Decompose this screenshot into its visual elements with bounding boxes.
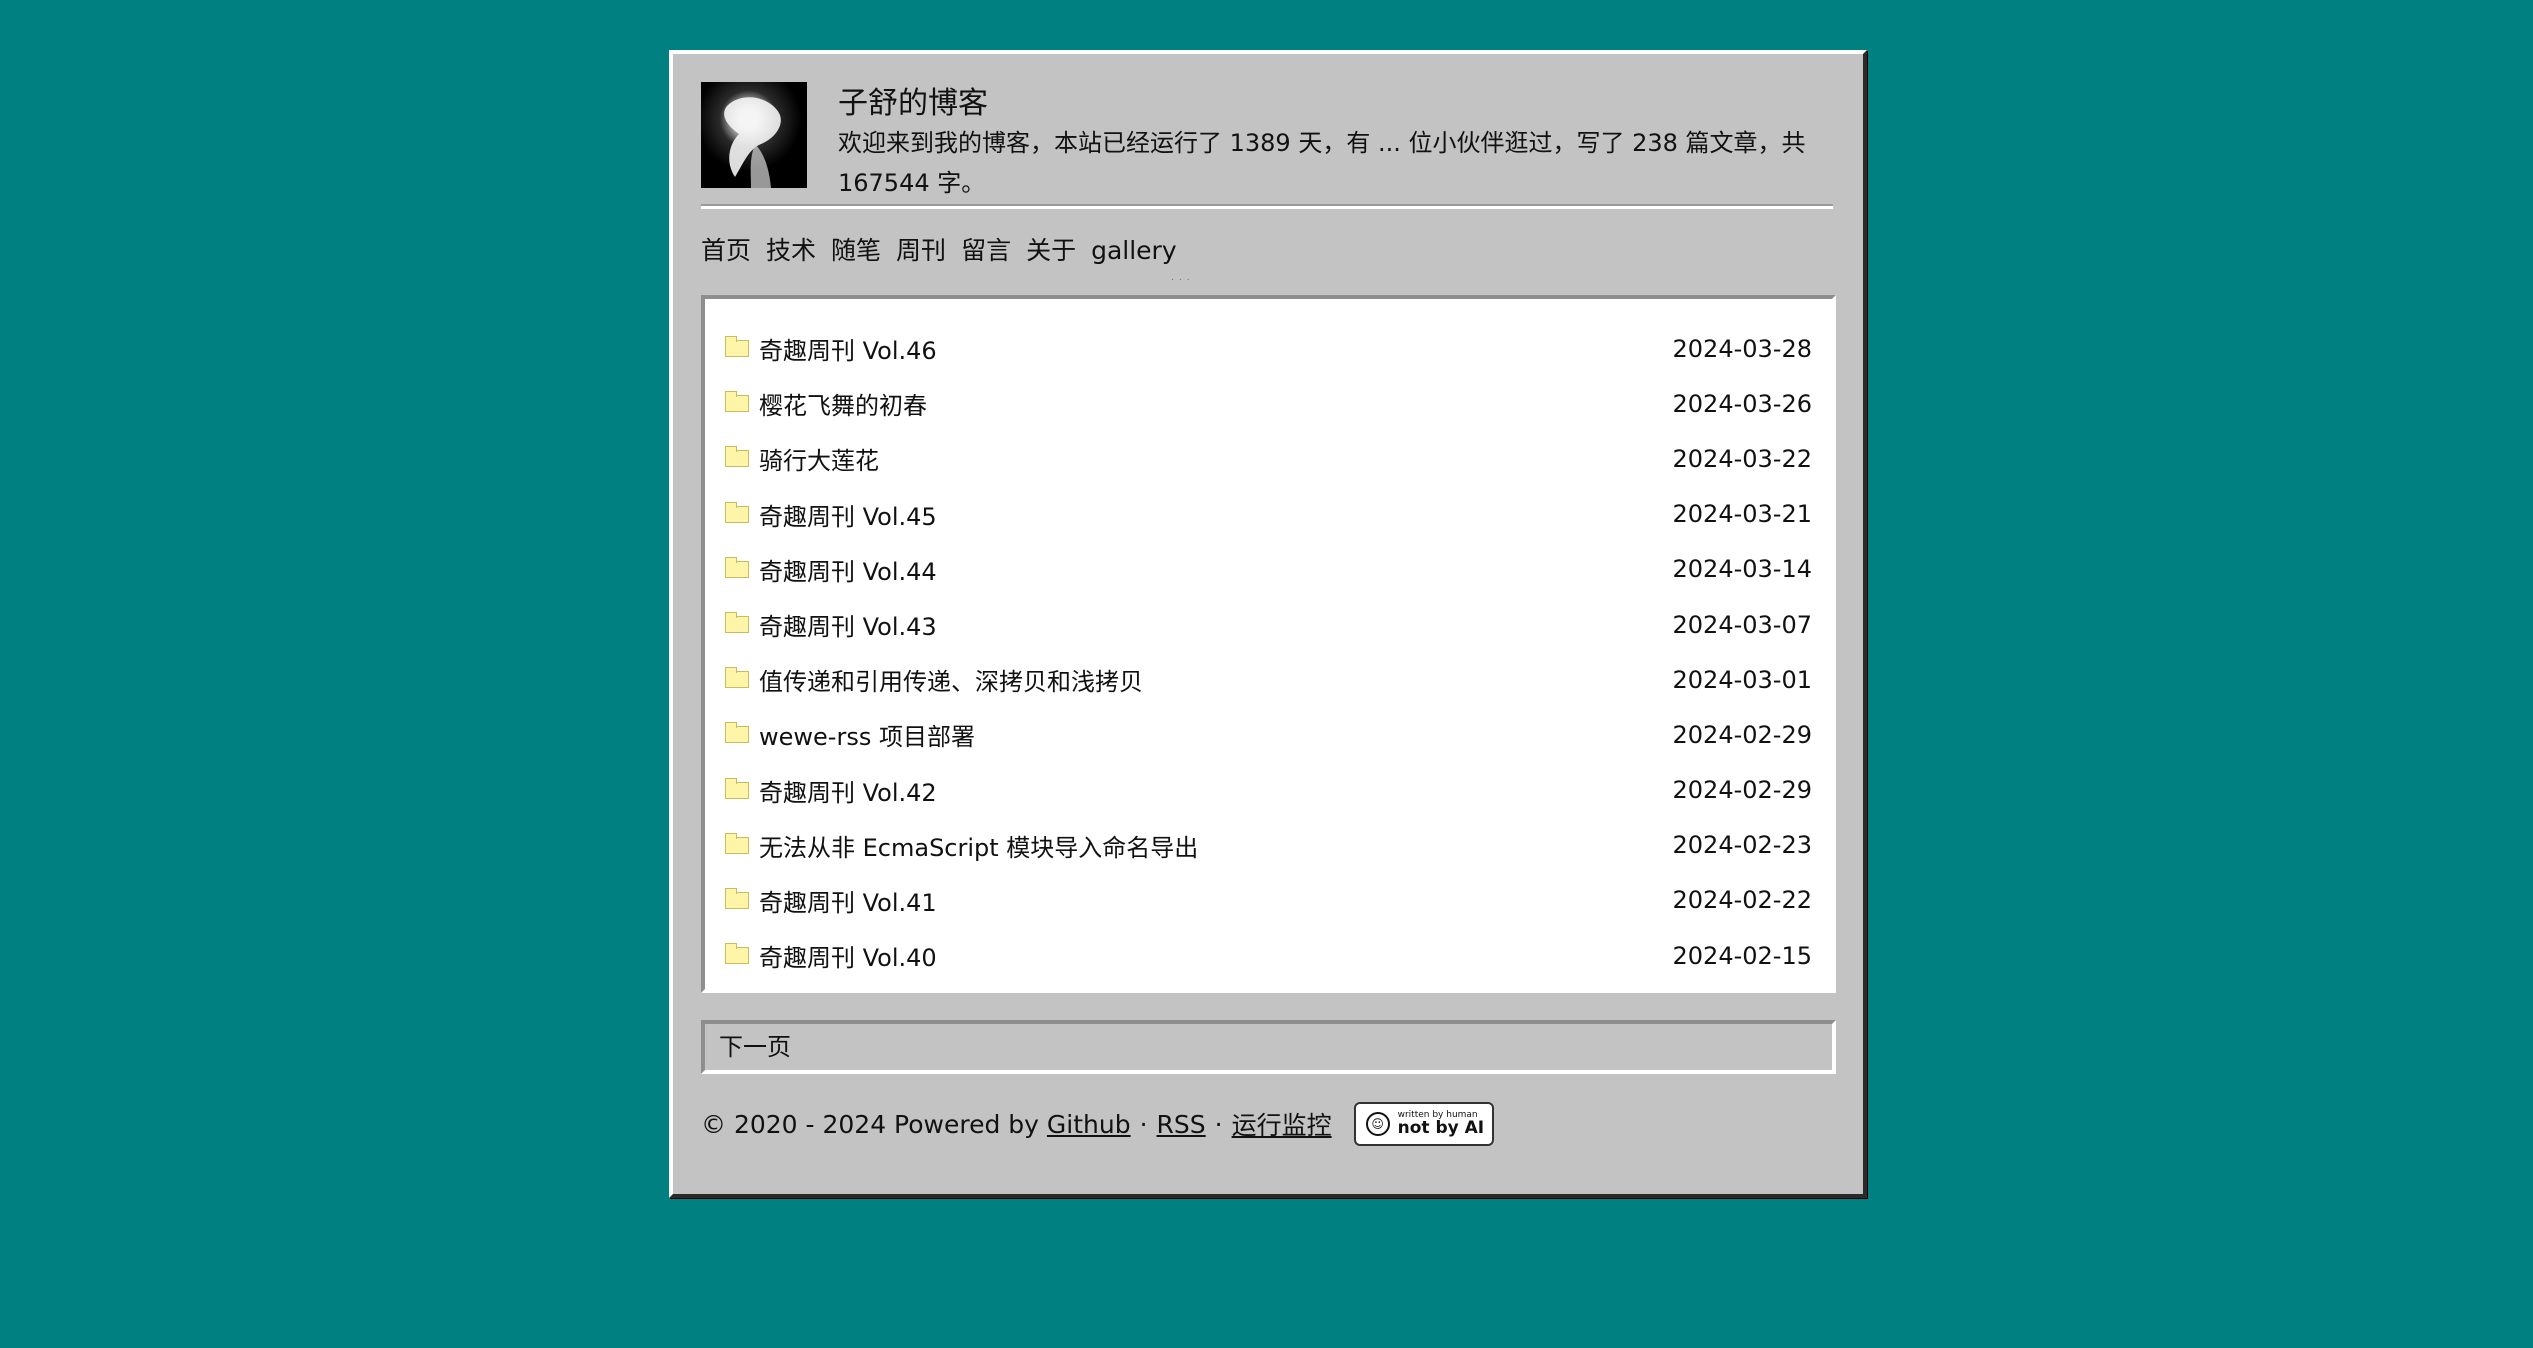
footer-separator: · — [1214, 1109, 1223, 1139]
folder-icon — [725, 391, 749, 413]
post-title[interactable]: 奇趣周刊 Vol.41 — [759, 883, 937, 918]
post-date: 2024-02-23 — [1672, 831, 1812, 860]
post-title[interactable]: 樱花飞舞的初春 — [759, 386, 927, 421]
post-link[interactable]: wewe-rss 项目部署 — [725, 717, 975, 752]
post-date: 2024-03-07 — [1672, 610, 1812, 639]
post-title[interactable]: 奇趣周刊 Vol.40 — [759, 938, 937, 973]
post-link[interactable]: 骑行大莲花 — [725, 441, 879, 476]
main-navigation: 首页 技术 随笔 周刊 留言 关于 gallery — [701, 233, 1177, 269]
post-date: 2024-03-01 — [1672, 665, 1812, 694]
nav-about[interactable]: 关于 — [1026, 233, 1076, 269]
nav-home[interactable]: 首页 — [701, 233, 751, 269]
post-date: 2024-03-28 — [1672, 334, 1812, 363]
post-title[interactable]: 奇趣周刊 Vol.45 — [759, 497, 937, 532]
next-page-button[interactable]: 下一页 — [701, 1020, 1836, 1074]
folder-icon — [725, 612, 749, 634]
post-date: 2024-03-21 — [1672, 500, 1812, 529]
rss-link[interactable]: RSS — [1157, 1110, 1206, 1139]
footer: © 2020 - 2024 Powered by Github · RSS · … — [701, 1100, 1494, 1148]
post-row[interactable]: 无法从非 EcmaScript 模块导入命名导出 2024-02-23 — [725, 818, 1812, 873]
folder-icon — [725, 832, 749, 854]
site-title: 子舒的博客 — [838, 86, 988, 121]
smiley-icon: ☺ — [1365, 1112, 1390, 1136]
post-link[interactable]: 樱花飞舞的初春 — [725, 386, 927, 421]
post-row[interactable]: 奇趣周刊 Vol.44 2024-03-14 — [725, 542, 1812, 597]
post-link[interactable]: 无法从非 EcmaScript 模块导入命名导出 — [725, 828, 1198, 863]
nav-gallery[interactable]: gallery — [1091, 233, 1177, 269]
post-date: 2024-03-26 — [1672, 389, 1812, 418]
copyright: © 2020 - 2024 Powered by — [701, 1109, 1039, 1139]
post-title[interactable]: 骑行大莲花 — [759, 441, 879, 476]
nav-essays[interactable]: 随笔 — [831, 233, 881, 269]
post-row[interactable]: 樱花飞舞的初春 2024-03-26 — [725, 376, 1812, 431]
post-row[interactable]: 值传递和引用传递、深拷贝和浅拷贝 2024-03-01 — [725, 652, 1812, 707]
post-link[interactable]: 奇趣周刊 Vol.42 — [725, 773, 937, 808]
post-row[interactable]: 奇趣周刊 Vol.45 2024-03-21 — [725, 487, 1812, 542]
post-date: 2024-03-22 — [1672, 444, 1812, 473]
avatar — [701, 82, 807, 188]
post-row[interactable]: 骑行大莲花 2024-03-22 — [725, 431, 1812, 486]
post-row[interactable]: 奇趣周刊 Vol.41 2024-02-22 — [725, 873, 1812, 928]
post-title[interactable]: 值传递和引用传递、深拷贝和浅拷贝 — [759, 662, 1143, 697]
post-title[interactable]: wewe-rss 项目部署 — [759, 717, 975, 752]
post-link[interactable]: 奇趣周刊 Vol.43 — [725, 607, 937, 642]
post-link[interactable]: 奇趣周刊 Vol.44 — [725, 552, 937, 587]
post-title[interactable]: 奇趣周刊 Vol.44 — [759, 552, 937, 587]
nav-tech[interactable]: 技术 — [766, 233, 816, 269]
folder-icon — [725, 777, 749, 799]
post-row[interactable]: wewe-rss 项目部署 2024-02-29 — [725, 707, 1812, 762]
post-title[interactable]: 无法从非 EcmaScript 模块导入命名导出 — [759, 828, 1198, 863]
post-list: 奇趣周刊 Vol.46 2024-03-28 樱花飞舞的初春 2024-03-2… — [701, 295, 1836, 993]
post-link[interactable]: 奇趣周刊 Vol.40 — [725, 938, 937, 973]
post-row[interactable]: 奇趣周刊 Vol.43 2024-03-07 — [725, 597, 1812, 652]
footer-separator: · — [1139, 1109, 1148, 1139]
badge-text: written by human not by AI — [1398, 1111, 1484, 1137]
blog-window: 子舒的博客 欢迎来到我的博客，本站已经运行了 1389 天，有 ... 位小伙伴… — [669, 50, 1867, 1198]
post-title[interactable]: 奇趣周刊 Vol.42 — [759, 773, 937, 808]
post-date: 2024-03-14 — [1672, 555, 1812, 584]
github-link[interactable]: Github — [1047, 1110, 1131, 1139]
post-link[interactable]: 奇趣周刊 Vol.45 — [725, 497, 937, 532]
site-description: 欢迎来到我的博客，本站已经运行了 1389 天，有 ... 位小伙伴逛过，写了 … — [838, 129, 1806, 197]
folder-icon — [725, 722, 749, 744]
post-title[interactable]: 奇趣周刊 Vol.46 — [759, 331, 937, 366]
badge-main-text: not by AI — [1397, 1118, 1485, 1138]
post-title[interactable]: 奇趣周刊 Vol.43 — [759, 607, 937, 642]
decorative-dots: ... — [1171, 273, 1195, 283]
folder-icon — [725, 556, 749, 578]
post-link[interactable]: 奇趣周刊 Vol.46 — [725, 331, 937, 366]
post-date: 2024-02-15 — [1672, 941, 1812, 970]
post-row[interactable]: 奇趣周刊 Vol.40 2024-02-15 — [725, 928, 1812, 983]
folder-icon — [725, 943, 749, 965]
folder-icon — [725, 501, 749, 523]
not-by-ai-badge[interactable]: ☺ written by human not by AI — [1353, 1102, 1494, 1146]
post-row[interactable]: 奇趣周刊 Vol.46 2024-03-28 — [725, 321, 1812, 376]
folder-icon — [725, 887, 749, 909]
post-date: 2024-02-29 — [1672, 776, 1812, 805]
post-link[interactable]: 奇趣周刊 Vol.41 — [725, 883, 937, 918]
post-date: 2024-02-29 — [1672, 720, 1812, 749]
folder-icon — [725, 336, 749, 358]
nav-weekly[interactable]: 周刊 — [896, 233, 946, 269]
post-link[interactable]: 值传递和引用传递、深拷贝和浅拷贝 — [725, 662, 1143, 697]
nav-guestbook[interactable]: 留言 — [961, 233, 1011, 269]
blog-header: 子舒的博客 欢迎来到我的博客，本站已经运行了 1389 天，有 ... 位小伙伴… — [701, 82, 1833, 209]
folder-icon — [725, 667, 749, 689]
next-page-label[interactable]: 下一页 — [719, 1033, 791, 1061]
post-row[interactable]: 奇趣周刊 Vol.42 2024-02-29 — [725, 763, 1812, 818]
monitor-link[interactable]: 运行监控 — [1232, 1106, 1332, 1142]
folder-icon — [725, 446, 749, 468]
post-date: 2024-02-22 — [1672, 886, 1812, 915]
